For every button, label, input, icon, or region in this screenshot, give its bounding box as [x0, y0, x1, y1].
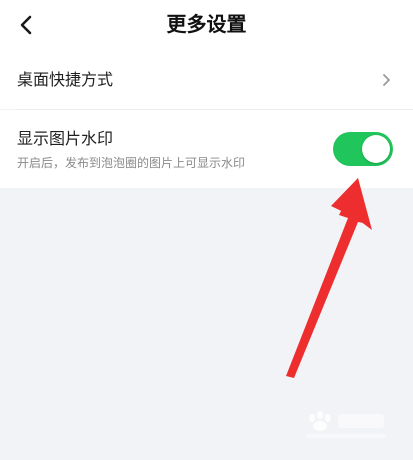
image-watermark-row: 显示图片水印 开启后，发布到泡泡圈的图片上可显示水印: [0, 110, 413, 188]
desktop-shortcut-row[interactable]: 桌面快捷方式: [0, 52, 413, 109]
page-title: 更多设置: [166, 12, 247, 36]
image-watermark-toggle[interactable]: [333, 132, 393, 166]
annotation-arrow-shape: [286, 178, 369, 378]
desktop-shortcut-label: 桌面快捷方式: [17, 70, 114, 89]
image-watermark-description: 开启后，发布到泡泡圈的图片上可显示水印: [17, 156, 246, 170]
chevron-right-icon: [383, 74, 390, 86]
baidu-jingyan-watermark-logo: [306, 411, 386, 438]
top-bar: 更多设置: [0, 0, 413, 52]
toggle-knob: [362, 135, 390, 163]
image-watermark-label: 显示图片水印: [17, 129, 114, 148]
